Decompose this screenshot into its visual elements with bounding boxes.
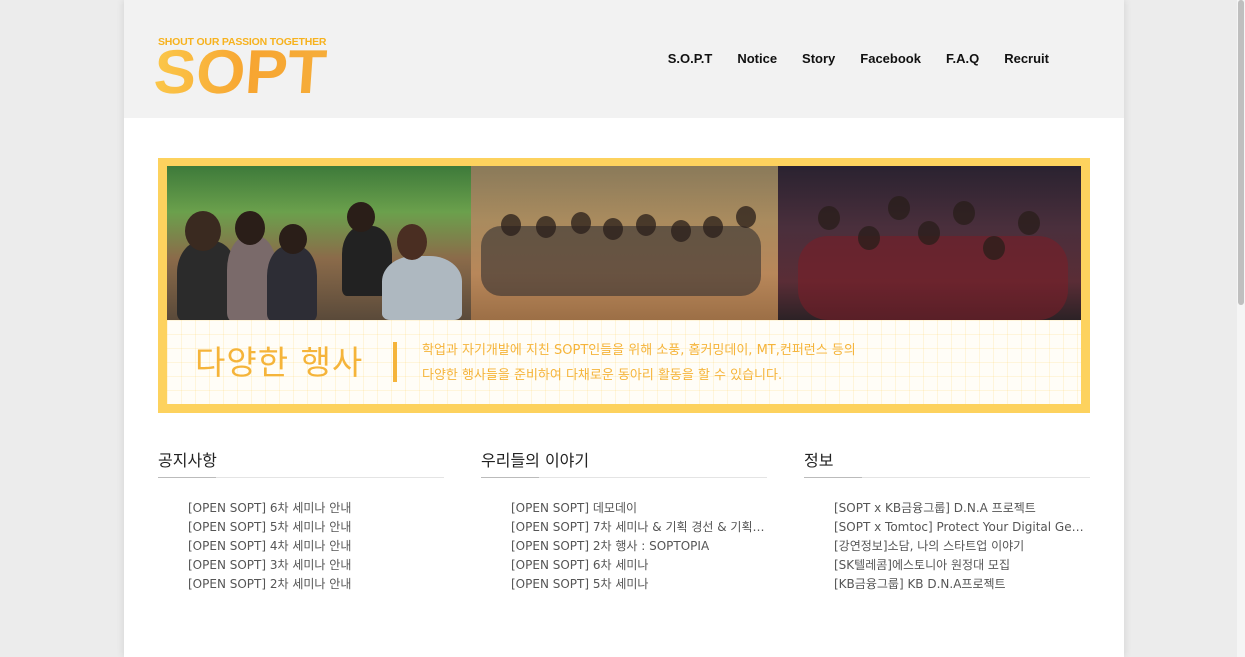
list-item[interactable]: [OPEN SOPT] 2차 행사 : SOPTOPIA (511, 537, 767, 556)
nav-item-faq[interactable]: F.A.Q (946, 51, 979, 66)
column-title-info: 정보 (804, 444, 1090, 478)
column-title-notice: 공지사항 (158, 444, 444, 478)
list-item[interactable]: [KB금융그룹] KB D.N.A프로젝트 (834, 575, 1090, 594)
notice-column: 공지사항 [OPEN SOPT] 6차 세미나 안내 [OPEN SOPT] 5… (158, 444, 444, 594)
list-item[interactable]: [OPEN SOPT] 6차 세미나 (511, 556, 767, 575)
list-item[interactable]: [OPEN SOPT] 5차 세미나 (511, 575, 767, 594)
banner-description: 학업과 자기개발에 지친 SOPT인들을 위해 소풍, 홈커밍데이, MT,컨퍼… (422, 338, 856, 388)
info-column: 정보 [SOPT x KB금융그룹] D.N.A 프로젝트 [SOPT x To… (804, 444, 1090, 594)
list-item[interactable]: [OPEN SOPT] 3차 세미나 안내 (188, 556, 444, 575)
list-item[interactable]: [OPEN SOPT] 2차 세미나 안내 (188, 575, 444, 594)
list-item[interactable]: [OPEN SOPT] 5차 세미나 안내 (188, 518, 444, 537)
nav-item-notice[interactable]: Notice (737, 51, 777, 66)
list-item[interactable]: [SK텔레콤]에스토니아 원정대 모집 (834, 556, 1090, 575)
info-list: [SOPT x KB금융그룹] D.N.A 프로젝트 [SOPT x Tomto… (804, 499, 1090, 594)
logo-wordmark: SOPT (151, 38, 329, 107)
events-banner: 다양한 행사 학업과 자기개발에 지친 SOPT인들을 위해 소풍, 홈커밍데이… (158, 158, 1090, 413)
nav-item-recruit[interactable]: Recruit (1004, 51, 1049, 66)
banner-desc-line1: 학업과 자기개발에 지친 SOPT인들을 위해 소풍, 홈커밍데이, MT,컨퍼… (422, 343, 856, 358)
column-title-story: 우리들의 이야기 (481, 444, 767, 478)
banner-desc-line2: 다양한 행사들을 준비하여 다채로운 동아리 활동을 할 수 있습니다. (422, 368, 783, 383)
banner-title: 다양한 행사 (195, 343, 364, 382)
nav-item-facebook[interactable]: Facebook (860, 51, 921, 66)
banner-divider (393, 342, 397, 382)
nav-item-sopt[interactable]: S.O.P.T (668, 51, 713, 66)
group-photo-picnic (167, 166, 471, 320)
site-header: SHOUT OUR PASSION TOGETHER SOPT S.O.P.T … (124, 0, 1124, 118)
banner-caption: 다양한 행사 학업과 자기개발에 지친 SOPT인들을 위해 소풍, 홈커밍데이… (167, 320, 1081, 404)
list-item[interactable]: [강연정보]소담, 나의 스타트업 이야기 (834, 537, 1090, 556)
list-item[interactable]: [OPEN SOPT] 데모데이 (511, 499, 767, 518)
group-photo-park (471, 166, 778, 320)
page-container: SHOUT OUR PASSION TOGETHER SOPT S.O.P.T … (124, 0, 1124, 657)
group-photo-party (778, 166, 1081, 320)
list-item[interactable]: [OPEN SOPT] 4차 세미나 안내 (188, 537, 444, 556)
list-item[interactable]: [SOPT x KB금융그룹] D.N.A 프로젝트 (834, 499, 1090, 518)
banner-photos (167, 166, 1081, 320)
list-item[interactable]: [OPEN SOPT] 6차 세미나 안내 (188, 499, 444, 518)
list-item[interactable]: [SOPT x Tomtoc] Protect Your Digital Gea… (834, 518, 1090, 537)
scrollbar-thumb[interactable] (1238, 0, 1244, 305)
notice-list: [OPEN SOPT] 6차 세미나 안내 [OPEN SOPT] 5차 세미나… (158, 499, 444, 594)
story-column: 우리들의 이야기 [OPEN SOPT] 데모데이 [OPEN SOPT] 7차… (481, 444, 767, 594)
banner-inner: 다양한 행사 학업과 자기개발에 지친 SOPT인들을 위해 소풍, 홈커밍데이… (167, 166, 1081, 404)
sopt-logo[interactable]: SHOUT OUR PASSION TOGETHER SOPT (151, 34, 334, 107)
main-nav: S.O.P.T Notice Story Facebook F.A.Q Recr… (643, 51, 1049, 66)
list-item[interactable]: [OPEN SOPT] 7차 세미나 & 기획 경선 & 기획/디자인 합동 세… (511, 518, 767, 537)
story-list: [OPEN SOPT] 데모데이 [OPEN SOPT] 7차 세미나 & 기획… (481, 499, 767, 594)
page-scrollbar[interactable] (1237, 0, 1245, 657)
nav-item-story[interactable]: Story (802, 51, 835, 66)
